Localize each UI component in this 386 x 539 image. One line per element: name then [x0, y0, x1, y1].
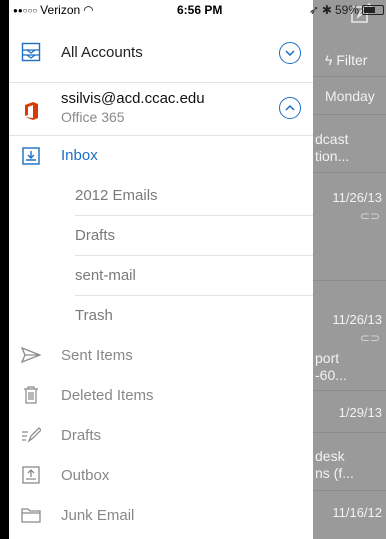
folder-outbox[interactable]: Outbox	[9, 455, 313, 495]
folder-inbox[interactable]: Inbox	[9, 136, 313, 176]
pencil-icon	[21, 425, 41, 445]
battery-percent: 59%	[334, 3, 359, 17]
account-email: ssilvis@acd.ccac.edu	[61, 90, 205, 107]
office-icon	[21, 101, 41, 121]
message-date: 11/26/13	[332, 190, 382, 205]
subfolder-sent-mail[interactable]: sent-mail	[9, 256, 313, 295]
subfolder-drafts[interactable]: Drafts	[9, 216, 313, 255]
message-date: 1/29/13	[338, 405, 382, 420]
chevron-down-icon	[285, 50, 295, 56]
folder-junk-email[interactable]: Junk Email	[9, 495, 313, 535]
wifi-icon: ◠	[83, 3, 94, 17]
inbox-icon	[21, 146, 41, 166]
trash-icon	[21, 385, 41, 405]
day-header: Monday	[325, 88, 375, 104]
message-fragment: dcast	[315, 131, 349, 147]
account-row[interactable]: ssilvis@acd.ccac.edu Office 365	[9, 83, 313, 135]
carrier: ●●○○○ Verizon ◠	[13, 3, 94, 17]
location-icon: ➶	[308, 3, 319, 17]
all-accounts-label: All Accounts	[61, 44, 143, 61]
subfolder-2012-emails[interactable]: 2012 Emails	[9, 176, 313, 215]
message-list-background[interactable]: ϟ Filter Monday dcast tion... 11/26/13 ⊂…	[313, 0, 386, 539]
all-accounts-icon	[21, 42, 41, 62]
chevron-up-icon	[285, 105, 295, 111]
message-fragment: tion...	[315, 148, 350, 164]
clock: 6:56 PM	[177, 3, 223, 17]
message-fragment: ns (f...	[315, 465, 354, 481]
all-accounts-row[interactable]: All Accounts	[9, 20, 313, 82]
status-bar: ●●○○○ Verizon ◠ 6:56 PM ➶ ✱ 59%	[9, 0, 386, 20]
folder-drafts[interactable]: Drafts	[9, 415, 313, 455]
status-right: ➶ ✱ 59%	[309, 3, 384, 17]
message-fragment: -60...	[315, 367, 347, 383]
app-frame: ϟ Filter Monday dcast tion... 11/26/13 ⊂…	[9, 0, 386, 539]
account-drawer: All Accounts ssilvis@acd.ccac.edu Office…	[9, 20, 313, 539]
filter-button[interactable]: ϟ Filter	[325, 52, 367, 68]
paper-plane-icon	[21, 345, 41, 365]
battery-icon	[362, 5, 384, 15]
outbox-icon	[21, 465, 41, 485]
folder-deleted-items[interactable]: Deleted Items	[9, 375, 313, 415]
inbox-label: Inbox	[61, 147, 98, 164]
paperclip-icon: ⊂⊃	[359, 331, 380, 345]
message-date: 11/26/13	[332, 312, 382, 327]
lightning-icon: ϟ	[325, 52, 333, 68]
subfolder-trash[interactable]: Trash	[9, 296, 313, 335]
signal-icon: ●●○○○	[13, 5, 38, 15]
account-collapse-button[interactable]	[279, 97, 301, 119]
bluetooth-icon: ✱	[321, 3, 332, 17]
message-fragment: desk	[315, 448, 345, 464]
paperclip-icon: ⊂⊃	[359, 209, 380, 223]
all-accounts-expand-button[interactable]	[279, 42, 301, 64]
folder-icon	[21, 505, 41, 525]
message-date: 11/16/12	[332, 505, 382, 520]
folder-sent-items[interactable]: Sent Items	[9, 335, 313, 375]
message-fragment: port	[315, 350, 340, 366]
account-service: Office 365	[61, 109, 125, 125]
